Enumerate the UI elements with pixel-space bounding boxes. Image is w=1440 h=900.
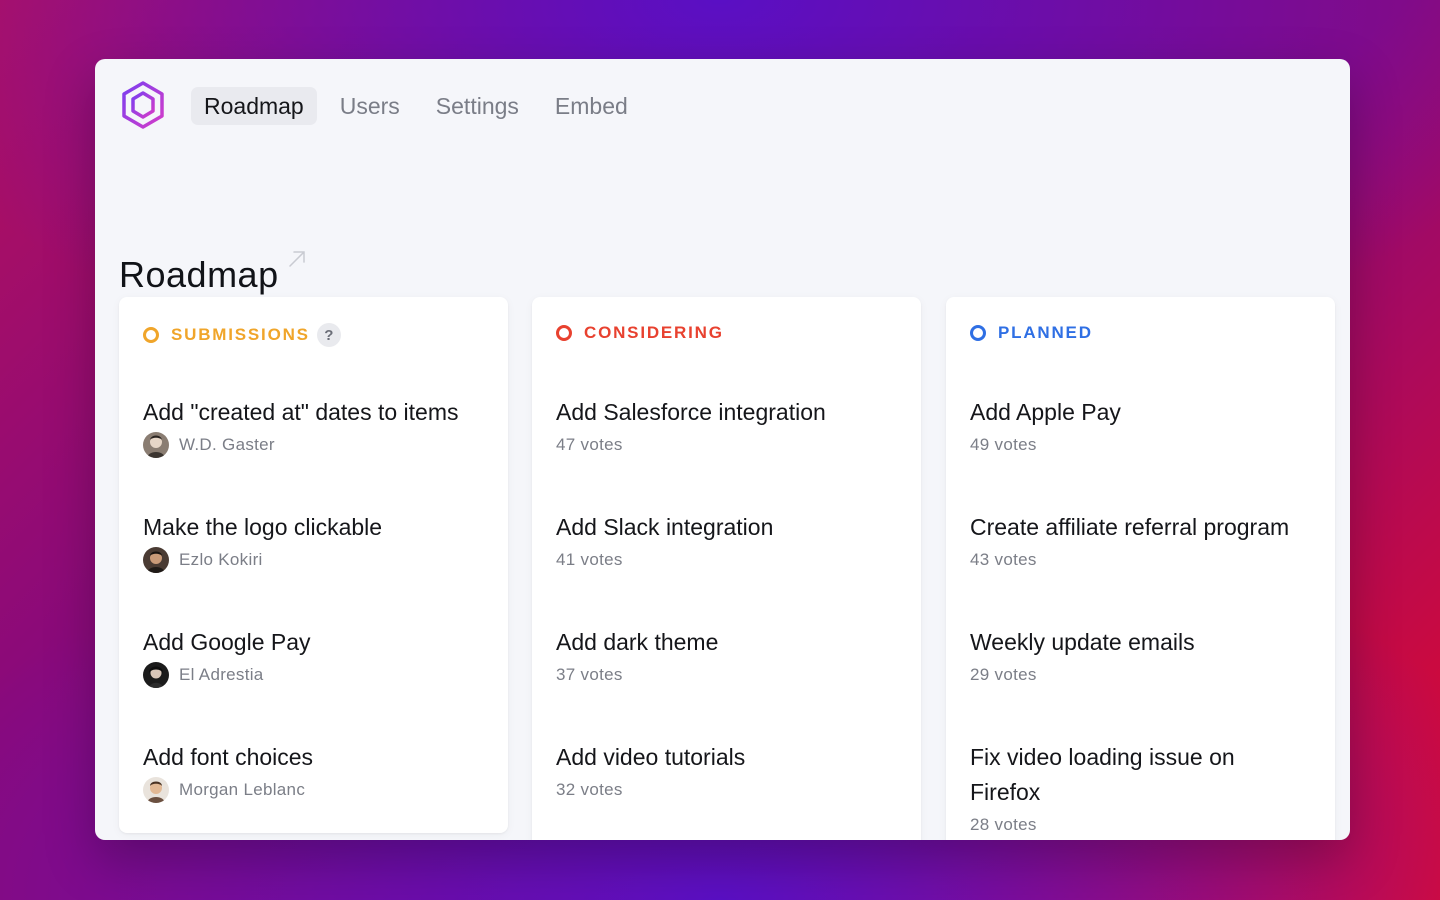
column-submissions: SUBMISSIONS ? Add "created at" dates to … — [119, 297, 508, 833]
item-title: Make the logo clickable — [143, 514, 383, 540]
page-title-row: Roadmap — [119, 249, 307, 301]
list-item[interactable]: Add video tutorials 32 votes — [556, 740, 905, 803]
list-item[interactable]: Add "created at" dates to items W.D. Gas… — [143, 395, 492, 458]
item-title: Add dark theme — [556, 629, 719, 655]
status-circle-icon — [143, 327, 159, 343]
item-title: Add Google Pay — [143, 629, 311, 655]
status-circle-icon — [556, 325, 572, 341]
list-item[interactable]: Add Slack integration 41 votes — [556, 510, 905, 573]
list-item[interactable]: Add dark theme 37 votes — [556, 625, 905, 688]
avatar — [143, 547, 169, 573]
avatar — [143, 432, 169, 458]
column-title: CONSIDERING — [584, 323, 724, 342]
vote-count: 28 votes — [970, 815, 1037, 834]
vote-count: 47 votes — [556, 435, 623, 454]
column-considering: CONSIDERING Add Salesforce integration 4… — [532, 297, 921, 840]
column-header: PLANNED — [970, 323, 1093, 343]
author-name: El Adrestia — [179, 665, 264, 684]
tab-settings[interactable]: Settings — [423, 87, 532, 125]
hexagon-logo-icon[interactable] — [121, 81, 165, 129]
list-item[interactable]: Fix video loading issue on Firefox 28 vo… — [970, 740, 1270, 838]
list-item[interactable]: Add font choices Morgan Leblanc — [143, 740, 492, 803]
column-planned: PLANNED Add Apple Pay 49 votes Create af… — [946, 297, 1335, 840]
help-icon[interactable]: ? — [316, 323, 341, 347]
column-title: PLANNED — [998, 323, 1093, 342]
avatar — [143, 777, 169, 803]
author-name: Ezlo Kokiri — [179, 550, 263, 569]
status-circle-icon — [970, 325, 986, 341]
external-link-arrow-icon[interactable] — [287, 249, 307, 269]
list-item[interactable]: Make the logo clickable Ezlo Kokiri — [143, 510, 492, 573]
item-title: Add Slack integration — [556, 514, 774, 540]
item-title: Weekly update emails — [970, 629, 1195, 655]
list-item[interactable]: Add Salesforce integration 47 votes — [556, 395, 905, 458]
item-title: Create affiliate referral program — [970, 514, 1290, 540]
column-title: SUBMISSIONS — [171, 325, 310, 344]
tab-users[interactable]: Users — [327, 87, 413, 125]
app-window: Roadmap Users Settings Embed Roadmap SUB… — [95, 59, 1350, 840]
nav-tabs: Roadmap Users Settings Embed — [191, 87, 641, 125]
tab-roadmap[interactable]: Roadmap — [191, 87, 317, 125]
column-header: SUBMISSIONS ? — [143, 323, 341, 347]
vote-count: 29 votes — [970, 665, 1037, 684]
column-header: CONSIDERING — [556, 323, 724, 343]
list-item[interactable]: Add Apple Pay 49 votes — [970, 395, 1319, 458]
vote-count: 37 votes — [556, 665, 623, 684]
list-item[interactable]: Add Google Pay El Adrestia — [143, 625, 492, 688]
list-item[interactable]: Weekly update emails 29 votes — [970, 625, 1319, 688]
item-title: Add video tutorials — [556, 744, 746, 770]
item-title: Fix video loading issue on Firefox — [970, 744, 1235, 805]
list-item[interactable]: Create affiliate referral program 43 vot… — [970, 510, 1319, 573]
vote-count: 43 votes — [970, 550, 1037, 569]
item-title: Add Salesforce integration — [556, 399, 826, 425]
tab-embed[interactable]: Embed — [542, 87, 641, 125]
avatar — [143, 662, 169, 688]
page-title: Roadmap — [119, 254, 279, 295]
item-title: Add font choices — [143, 744, 314, 770]
vote-count: 41 votes — [556, 550, 623, 569]
author-name: Morgan Leblanc — [179, 780, 306, 799]
item-title: Add Apple Pay — [970, 399, 1121, 425]
author-name: W.D. Gaster — [179, 435, 275, 454]
top-navigation: Roadmap Users Settings Embed — [95, 59, 1350, 159]
vote-count: 49 votes — [970, 435, 1037, 454]
vote-count: 32 votes — [556, 780, 623, 799]
item-title: Add "created at" dates to items — [143, 399, 459, 425]
